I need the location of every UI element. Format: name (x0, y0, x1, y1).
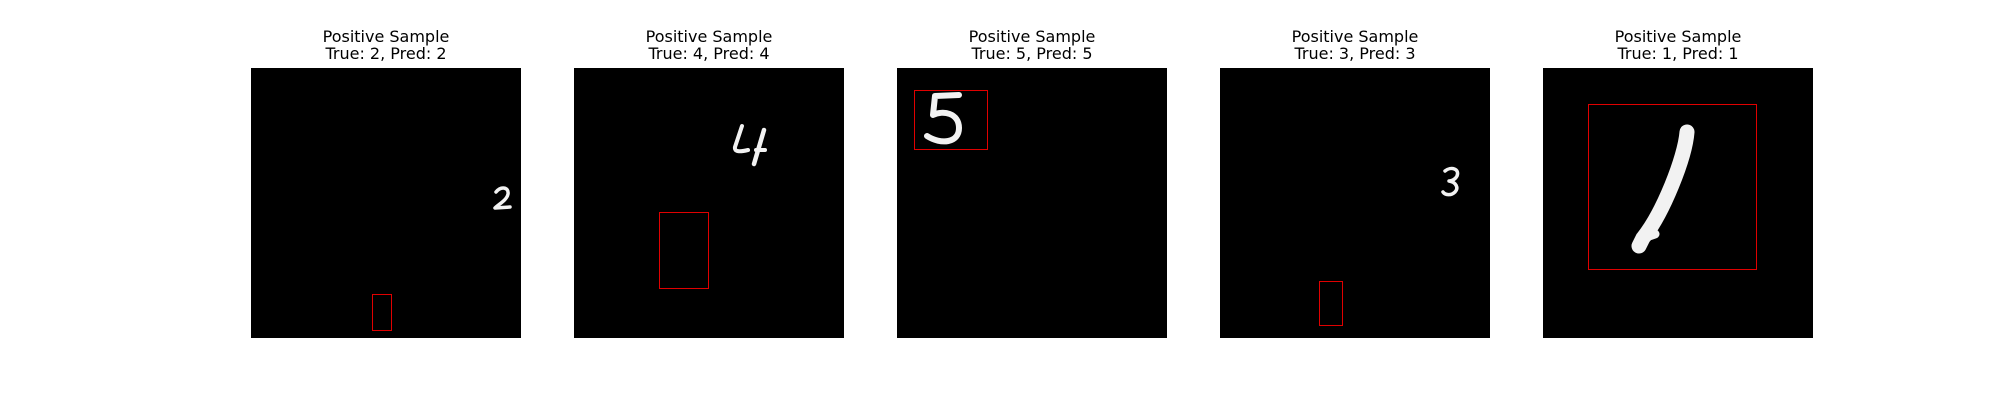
panel-heading: Positive Sample (322, 27, 450, 46)
bounding-box (914, 90, 988, 150)
bounding-box (372, 294, 392, 331)
panel-title: Positive Sample True: 3, Pred: 3 (1220, 28, 1490, 62)
bounding-box (1588, 104, 1757, 270)
panel-title: Positive Sample True: 1, Pred: 1 (1543, 28, 1813, 62)
digit-image (574, 68, 844, 338)
digit-image (1543, 68, 1813, 338)
sample-panel-5: Positive Sample True: 1, Pred: 1 (1543, 0, 1813, 400)
panel-title: Positive Sample True: 4, Pred: 4 (574, 28, 844, 62)
panel-subtitle: True: 5, Pred: 5 (971, 44, 1093, 63)
panel-heading: Positive Sample (645, 27, 773, 46)
panel-subtitle: True: 3, Pred: 3 (1294, 44, 1416, 63)
sample-panel-2: Positive Sample True: 4, Pred: 4 (574, 0, 844, 400)
digit-image (251, 68, 521, 338)
panel-subtitle: True: 2, Pred: 2 (325, 44, 447, 63)
bounding-box (1319, 281, 1343, 326)
digit-image (1220, 68, 1490, 338)
panel-heading: Positive Sample (1291, 27, 1419, 46)
panel-title: Positive Sample True: 2, Pred: 2 (251, 28, 521, 62)
panel-heading: Positive Sample (968, 27, 1096, 46)
panel-title: Positive Sample True: 5, Pred: 5 (897, 28, 1167, 62)
digit-image (897, 68, 1167, 338)
sample-panel-1: Positive Sample True: 2, Pred: 2 (251, 0, 521, 400)
panel-heading: Positive Sample (1614, 27, 1742, 46)
bounding-box (659, 212, 709, 289)
sample-panel-3: Positive Sample True: 5, Pred: 5 (897, 0, 1167, 400)
sample-panel-4: Positive Sample True: 3, Pred: 3 (1220, 0, 1490, 400)
digit-glyph (1441, 166, 1460, 197)
panel-subtitle: True: 1, Pred: 1 (1617, 44, 1739, 63)
digit-glyph (732, 124, 767, 167)
panel-subtitle: True: 4, Pred: 4 (648, 44, 770, 63)
